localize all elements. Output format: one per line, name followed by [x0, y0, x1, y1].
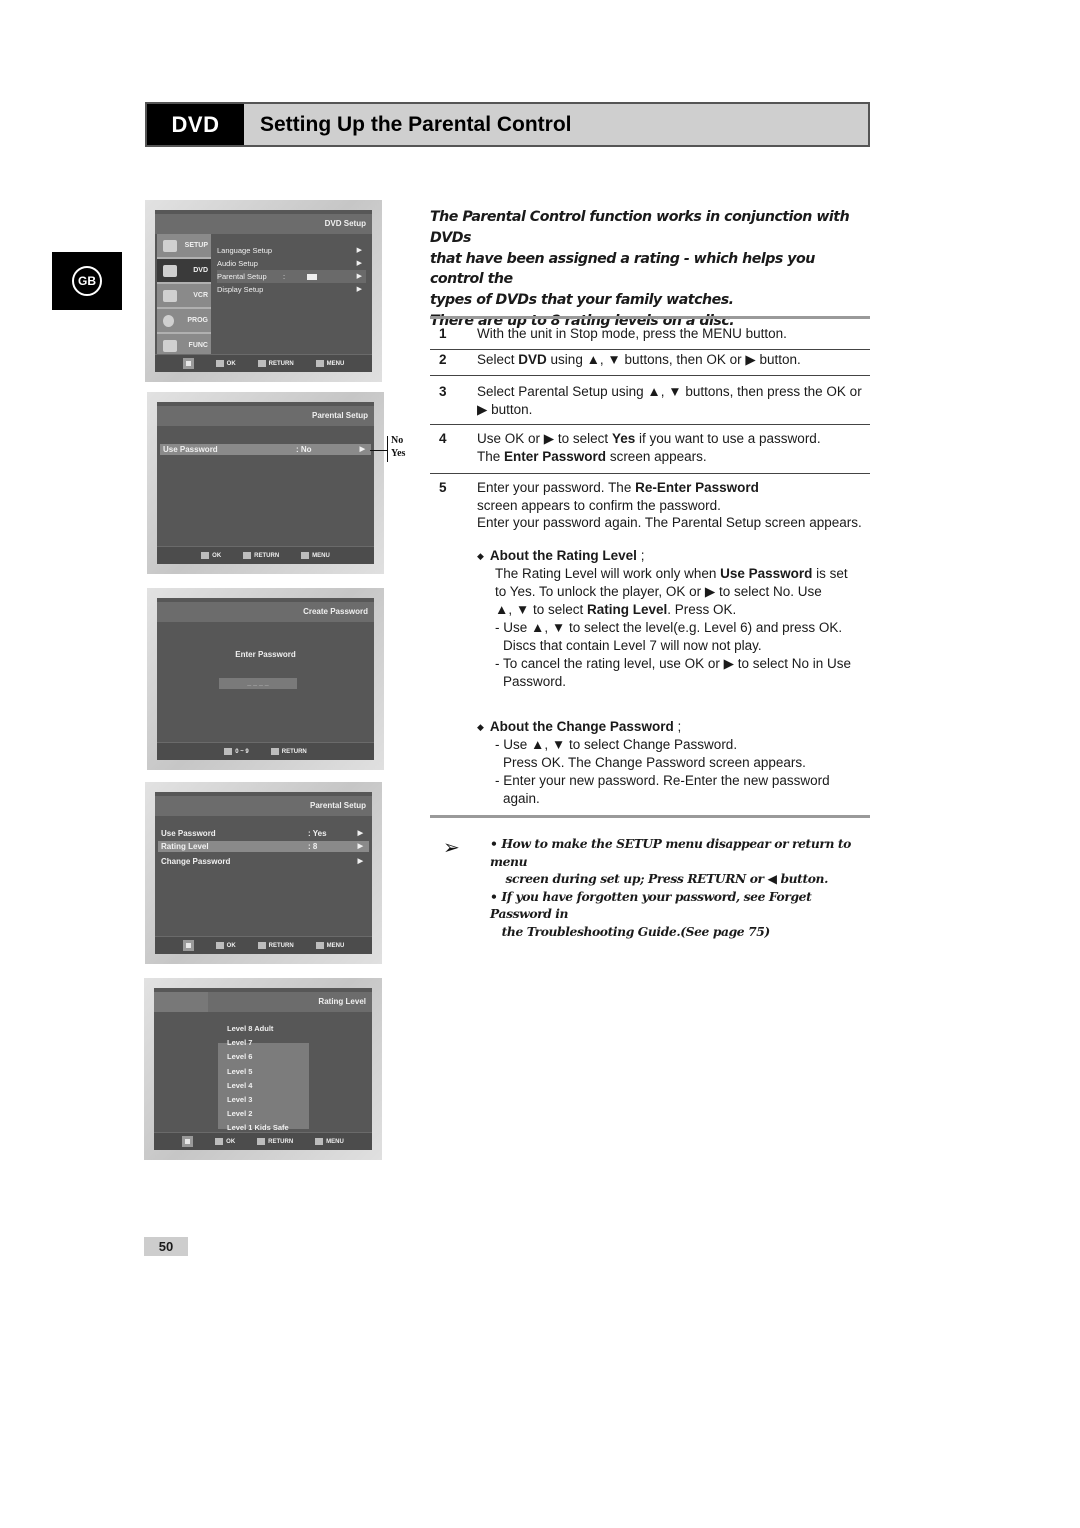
return-icon [270, 748, 279, 755]
menu-item-display-setup[interactable]: Display Setup ▶ [217, 283, 366, 296]
clock-icon [163, 314, 174, 327]
osd-title: Parental Setup [157, 406, 374, 426]
divider [430, 375, 870, 376]
osd-title: DVD Setup [155, 214, 372, 234]
step-3: 3 Select Parental Setup using ▲, ▼ button… [439, 384, 862, 417]
arrow-right-icon: ▶ [356, 286, 362, 293]
sidebar-item-prog[interactable]: PROG [157, 309, 211, 334]
divider [430, 316, 870, 319]
enter-password-prompt: Enter Password [235, 650, 296, 659]
arrow-right-icon: ▶ [357, 843, 363, 850]
arrow-right-icon: ▶ [356, 273, 362, 280]
divider [430, 349, 870, 350]
osd-title: Create Password [157, 602, 374, 622]
menu-icon [315, 1138, 324, 1145]
row-change-password[interactable]: Change Password ▶ [158, 856, 369, 867]
rating-level-list: Level 8 Adult Level 7 Level 6 Level 5 Le… [227, 1022, 289, 1136]
language-tab: GB [52, 252, 122, 310]
menu-item-audio-setup[interactable]: Audio Setup ▶ [217, 257, 366, 270]
return-icon [243, 552, 252, 559]
navigation-icon [182, 358, 194, 369]
screen-parental-setup-yes: Parental Setup Use Password: Yes ▶ Rating… [145, 782, 382, 964]
navigation-icon [182, 1136, 194, 1147]
callout-option-yes: Yes [391, 448, 406, 459]
arrow-right-icon: ▶ [356, 247, 362, 254]
divider [430, 424, 870, 425]
note-arrow-icon: ➢ [443, 837, 460, 859]
screen-parental-setup-no: Parental Setup Use Password : No ▶ OK RE… [147, 392, 384, 574]
divider [430, 815, 870, 818]
diamond-bullet-icon: ◆ [477, 722, 484, 732]
row-use-password[interactable]: Use Password: Yes ▶ [158, 828, 369, 839]
callout-line [370, 450, 388, 451]
function-icon [163, 339, 177, 352]
osd-footer: OK RETURN MENU [157, 546, 374, 564]
gb-badge: GB [72, 266, 102, 296]
menu-item-language-setup[interactable]: Language Setup ▶ [217, 244, 366, 257]
diamond-bullet-icon: ◆ [477, 551, 484, 561]
section-tag: DVD [147, 104, 244, 145]
level-item[interactable]: Level 7 [227, 1036, 289, 1050]
menu-icon [315, 942, 324, 949]
arrow-right-icon: ▶ [359, 446, 365, 453]
level-item[interactable]: Level 8 Adult [227, 1022, 289, 1036]
ok-icon [215, 1138, 224, 1145]
step-4: 4 Use OK or ▶ to select Yes if you want t… [439, 431, 821, 464]
page-number: 50 [144, 1237, 188, 1256]
rating-level-section: ◆ About the Rating Level ; The Rating Lev… [477, 548, 852, 689]
screen-dvd-setup: DVD Setup SETUP DVD VCR PROG FUNC Langua… [145, 200, 382, 382]
intro-paragraph: The Parental Control function works in c… [430, 209, 850, 329]
disc-icon [163, 264, 177, 277]
osd-footer: 0 ~ 9 RETURN [157, 742, 374, 760]
digit-keys-icon [224, 748, 233, 755]
osd-footer: OK RETURN MENU [155, 936, 372, 954]
sidebar-item-dvd[interactable]: DVD [157, 259, 211, 284]
unlock-icon [307, 274, 317, 280]
vcr-icon [163, 289, 177, 302]
row-rating-level[interactable]: Rating Level: 8 ▶ [158, 841, 369, 852]
sidebar-item-setup[interactable]: SETUP [157, 234, 211, 259]
change-password-section: ◆ About the Change Password ; - Use ▲, ▼ … [477, 719, 830, 806]
sidebar-item-vcr[interactable]: VCR [157, 284, 211, 309]
return-icon [257, 942, 266, 949]
screen-create-password: Create Password Enter Password _ _ _ _ 0… [147, 588, 384, 770]
callout-bracket [387, 436, 388, 462]
step-2: 2 Select DVD using ▲, ▼ buttons, then OK … [439, 352, 801, 367]
menu-icon [315, 360, 324, 367]
osd-title: Parental Setup [155, 796, 372, 816]
ok-icon [215, 360, 224, 367]
row-use-password[interactable]: Use Password : No ▶ [160, 444, 371, 455]
step-1: 1 With the unit in Stop mode, press the M… [439, 326, 787, 341]
level-item[interactable]: Level 4 [227, 1079, 289, 1093]
ok-icon [201, 552, 210, 559]
level-item[interactable]: Level 2 [227, 1107, 289, 1121]
page-title: Setting Up the Parental Control [260, 112, 572, 136]
notes: • How to make the SETUP menu disappear o… [490, 836, 851, 939]
divider [430, 473, 870, 474]
arrow-right-icon: ▶ [356, 260, 362, 267]
screen-rating-level: Rating Level Level 8 Adult Level 7 Level… [144, 978, 382, 1160]
menu-icon [301, 552, 310, 559]
gear-icon [163, 239, 177, 252]
osd-footer: OK RETURN MENU [155, 354, 372, 372]
level-item[interactable]: Level 6 [227, 1050, 289, 1064]
step-5: 5 Enter your password. The Re-Enter Passw… [439, 480, 862, 530]
osd-sidebar: SETUP DVD VCR PROG FUNC [157, 234, 211, 359]
ok-icon [215, 942, 224, 949]
level-item[interactable]: Level 3 [227, 1093, 289, 1107]
return-icon [257, 360, 266, 367]
arrow-right-icon: ▶ [357, 830, 363, 837]
navigation-icon [182, 940, 194, 951]
callout-option-no: No [391, 435, 404, 446]
menu-item-parental-setup[interactable]: Parental Setup: ▶ [217, 270, 366, 283]
osd-footer: OK RETURN MENU [154, 1132, 372, 1150]
password-input[interactable]: _ _ _ _ [219, 678, 297, 689]
level-item[interactable]: Level 5 [227, 1065, 289, 1079]
arrow-right-icon: ▶ [357, 858, 363, 865]
section-header: DVD Setting Up the Parental Control [145, 102, 870, 147]
return-icon [257, 1138, 266, 1145]
